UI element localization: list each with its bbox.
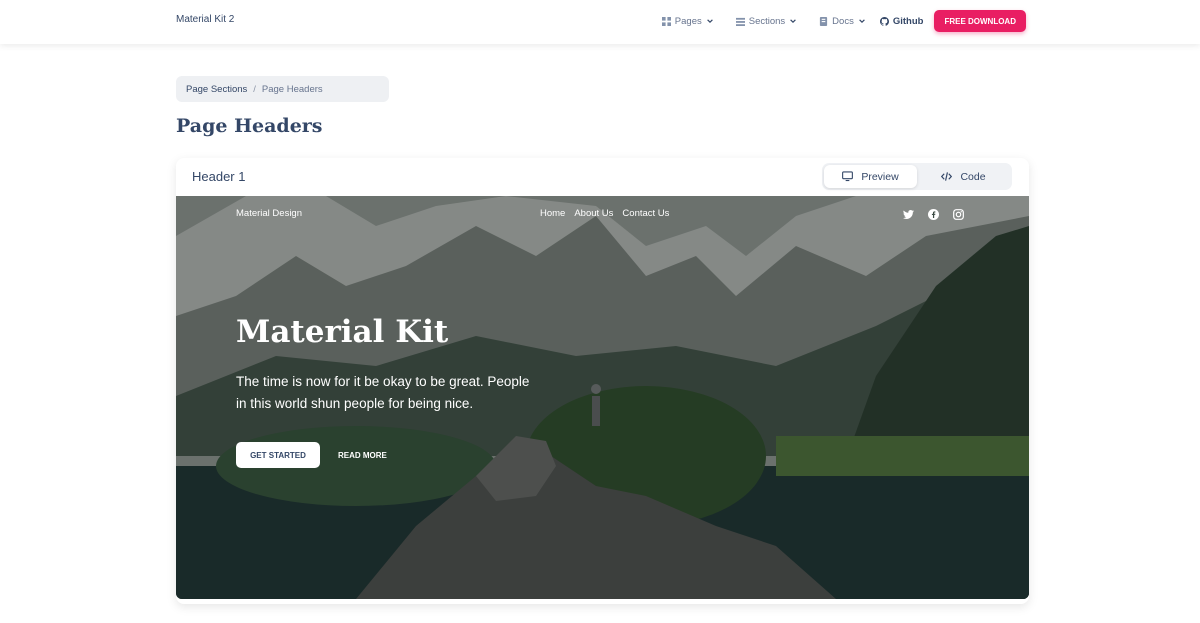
breadcrumb: Page Sections / Page Headers (176, 76, 389, 102)
nav-item-sections[interactable]: Sections (735, 15, 797, 27)
nav-item-pages[interactable]: Pages (661, 15, 714, 27)
top-navbar: Material Kit 2 Pages Sections Docs Githu… (0, 0, 1200, 44)
page-title: Page Headers (176, 115, 323, 137)
brand-link[interactable]: Material Kit 2 (176, 14, 234, 25)
hero-preview: Material Design Home About Us Contact Us… (176, 196, 1029, 599)
chevron-down-icon (858, 17, 866, 25)
nav-item-label: Sections (748, 15, 786, 27)
hero-description: The time is now for it be okay to be gre… (236, 374, 530, 411)
nav-item-label: Pages (674, 15, 702, 27)
github-icon (879, 16, 889, 26)
free-download-button[interactable]: FREE DOWNLOAD (934, 10, 1026, 32)
chevron-down-icon (706, 17, 714, 25)
hero-brand-link[interactable]: Material Design (236, 208, 302, 219)
github-link[interactable]: Github (879, 15, 924, 27)
instagram-icon[interactable] (953, 207, 964, 220)
hero-nav-links: Home About Us Contact Us (540, 208, 669, 219)
preview-code-toggle: Preview Code (822, 163, 1012, 190)
section-card: Header 1 Preview Code Material Design Ho… (176, 158, 1029, 604)
breadcrumb-separator: / (253, 83, 256, 95)
twitter-icon[interactable] (903, 207, 914, 220)
nav-item-docs[interactable]: Docs (819, 16, 866, 27)
hero-social-links (903, 207, 964, 220)
chevron-down-icon (789, 17, 797, 25)
book-icon (819, 16, 828, 26)
hero-title: Material Kit (236, 314, 449, 350)
hero-nav-about-us[interactable]: About Us (574, 208, 613, 219)
hero-nav-home[interactable]: Home (540, 208, 565, 219)
tab-preview[interactable]: Preview (824, 165, 917, 188)
nav-item-label: Docs (832, 15, 854, 27)
hero-nav-contact-us[interactable]: Contact Us (622, 208, 669, 219)
breadcrumb-current: Page Headers (261, 83, 323, 95)
list-icon (735, 17, 745, 26)
code-icon (941, 172, 953, 181)
github-label: Github (892, 15, 924, 27)
facebook-icon[interactable] (928, 207, 939, 220)
tab-code[interactable]: Code (917, 165, 1010, 188)
nav-menu: Pages Sections Docs Github FREE DOWNLOAD (661, 10, 1026, 32)
get-started-button[interactable]: GET STARTED (236, 442, 320, 468)
hero-buttons: GET STARTED READ MORE (236, 442, 387, 468)
card-header: Header 1 Preview Code (176, 158, 1029, 196)
tab-label: Preview (861, 170, 899, 183)
read-more-button[interactable]: READ MORE (338, 451, 387, 460)
monitor-icon (842, 171, 854, 182)
card-title: Header 1 (192, 169, 246, 184)
tab-label: Code (960, 170, 986, 183)
grid-icon (661, 16, 671, 26)
breadcrumb-link-page-sections[interactable]: Page Sections (186, 84, 247, 95)
